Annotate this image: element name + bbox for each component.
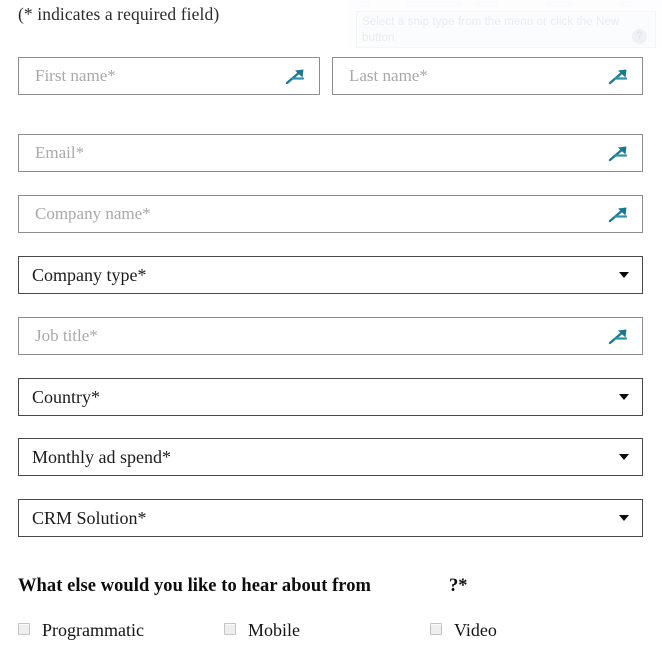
country-field[interactable]: Country* bbox=[18, 378, 643, 416]
crm-solution-field[interactable]: CRM Solution* bbox=[18, 499, 643, 537]
monthly-ad-spend-value: Monthly ad spend* bbox=[32, 446, 171, 467]
first-name-placeholder: First name* bbox=[35, 66, 116, 85]
checkbox-mobile-box[interactable] bbox=[224, 623, 236, 635]
email-field[interactable]: Email* bbox=[18, 134, 643, 172]
autofill-arrow-icon[interactable] bbox=[606, 143, 632, 163]
company-name-placeholder: Company name* bbox=[35, 204, 151, 223]
chevron-down-icon[interactable] bbox=[619, 394, 629, 400]
email-placeholder: Email* bbox=[35, 143, 85, 162]
snipping-tool-message: Select a snip type from the menu or clic… bbox=[362, 16, 620, 44]
autofill-arrow-icon[interactable] bbox=[606, 326, 632, 346]
autofill-arrow-icon[interactable] bbox=[606, 204, 632, 224]
checkbox-programmatic[interactable]: Programmatic bbox=[18, 620, 144, 640]
autofill-arrow-icon[interactable] bbox=[606, 66, 632, 86]
company-name-field[interactable]: Company name* bbox=[18, 195, 643, 233]
job-title-placeholder: Job title* bbox=[35, 326, 98, 345]
required-field-note: (* indicates a required field) bbox=[18, 4, 220, 24]
last-name-placeholder: Last name* bbox=[349, 66, 428, 85]
question-prefix: What else would you like to hear about f… bbox=[18, 576, 371, 596]
crm-solution-value: CRM Solution* bbox=[32, 507, 147, 528]
question-heading: What else would you like to hear about f… bbox=[18, 576, 468, 597]
checkbox-group: Programmatic Mobile Video bbox=[0, 620, 662, 655]
checkbox-programmatic-label: Programmatic bbox=[42, 620, 144, 640]
autofill-arrow-icon[interactable] bbox=[283, 66, 309, 86]
company-type-field[interactable]: Company type* bbox=[18, 256, 643, 294]
checkbox-video[interactable]: Video bbox=[430, 620, 497, 640]
chevron-down-icon[interactable] bbox=[619, 515, 629, 521]
chevron-down-icon[interactable] bbox=[619, 454, 629, 460]
last-name-field[interactable]: Last name* bbox=[332, 57, 643, 95]
checkbox-programmatic-box[interactable] bbox=[18, 623, 30, 635]
country-value: Country* bbox=[32, 386, 101, 407]
chevron-down-icon[interactable] bbox=[619, 272, 629, 278]
monthly-ad-spend-field[interactable]: Monthly ad spend* bbox=[18, 438, 643, 476]
checkbox-video-label: Video bbox=[454, 620, 497, 640]
checkbox-mobile-label: Mobile bbox=[248, 620, 300, 640]
question-suffix: ?* bbox=[448, 576, 468, 596]
checkbox-mobile[interactable]: Mobile bbox=[224, 620, 300, 640]
job-title-field[interactable]: Job title* bbox=[18, 317, 643, 355]
form-page: ? Select a snip type from the menu or cl… bbox=[0, 0, 662, 655]
checkbox-video-box[interactable] bbox=[430, 623, 442, 635]
snipping-tool-toolbar bbox=[348, 0, 662, 9]
company-type-value: Company type* bbox=[32, 264, 147, 285]
first-name-field[interactable]: First name* bbox=[18, 57, 320, 95]
help-icon[interactable]: ? bbox=[632, 29, 647, 44]
